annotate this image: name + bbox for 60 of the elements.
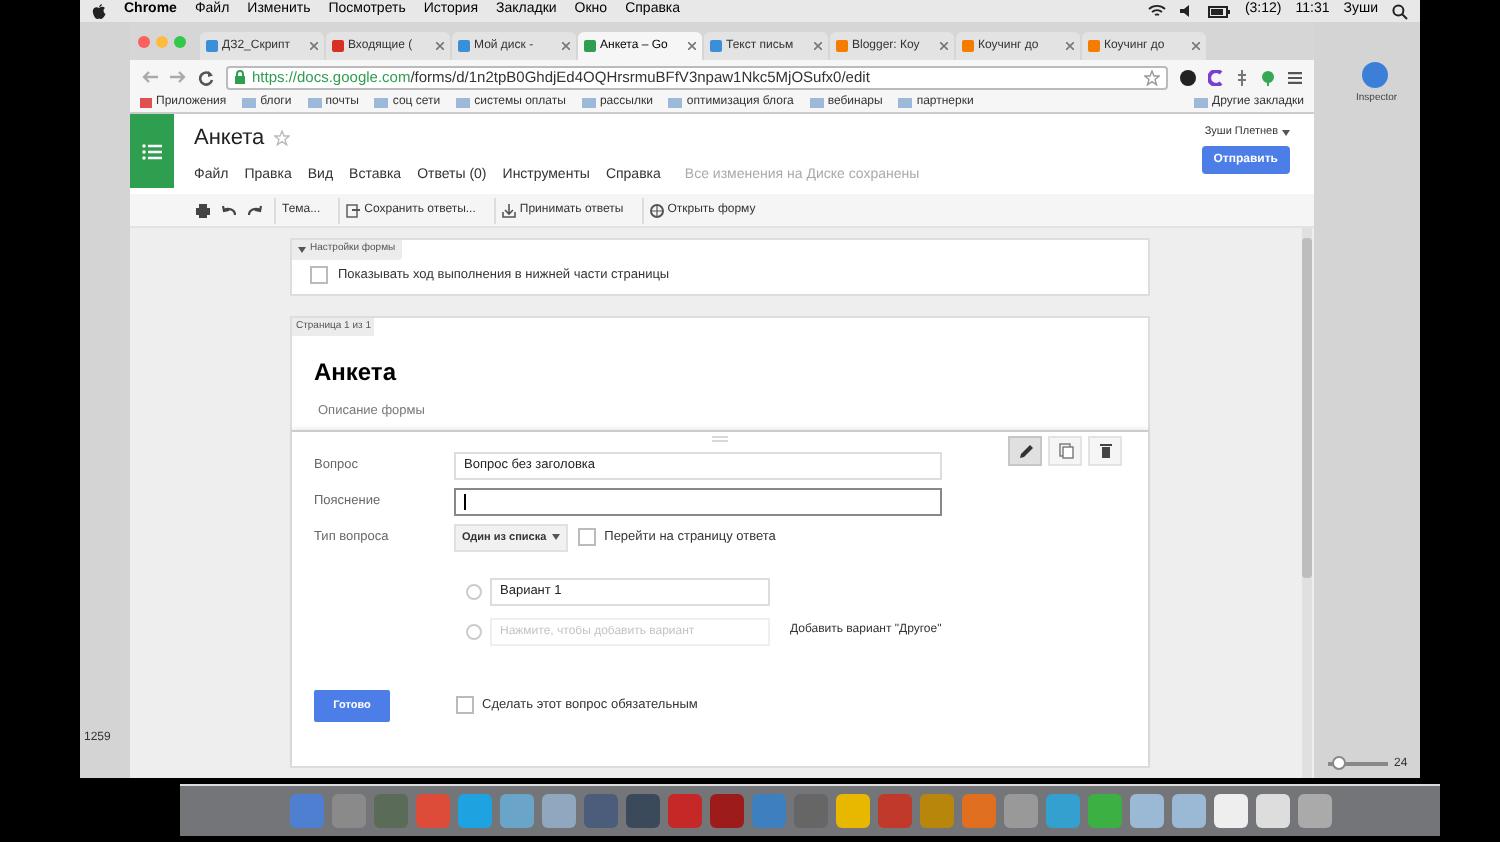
menu-icon — [1288, 71, 1302, 83]
close-icon — [1192, 42, 1200, 50]
star-icon — [274, 130, 291, 147]
close-icon — [940, 42, 948, 50]
star-icon — [1144, 69, 1160, 85]
copy-icon — [1057, 441, 1073, 460]
lock-icon — [234, 70, 246, 84]
wifi-icon — [1148, 4, 1167, 18]
caret-down-icon — [298, 246, 306, 254]
close-icon — [814, 42, 822, 50]
trash-button[interactable] — [1088, 435, 1122, 466]
list-icon — [142, 143, 162, 159]
close-icon — [562, 42, 570, 50]
app-icon[interactable] — [835, 794, 869, 828]
text-cursor — [464, 493, 466, 510]
caret-down-icon — [552, 534, 561, 541]
print-icon — [196, 203, 210, 217]
app-icon[interactable] — [1171, 794, 1205, 828]
app-icon[interactable] — [1213, 794, 1247, 828]
app-icon[interactable] — [709, 794, 743, 828]
close-icon — [436, 42, 444, 50]
search-icon — [1392, 3, 1408, 19]
app-icon[interactable] — [541, 794, 575, 828]
app-icon[interactable] — [499, 794, 533, 828]
pencil-icon — [1017, 441, 1033, 460]
scrollbar-thumb[interactable] — [1302, 238, 1312, 578]
app-icon[interactable] — [1003, 794, 1037, 828]
download-icon — [501, 203, 516, 217]
checkbox[interactable] — [456, 696, 474, 715]
reload-icon — [198, 69, 214, 85]
caret-down-icon — [1282, 129, 1290, 136]
extension-icon — [1236, 69, 1248, 85]
back-icon — [142, 70, 158, 84]
close-icon — [310, 42, 318, 50]
document-icon — [346, 203, 361, 217]
close-icon — [1066, 42, 1074, 50]
form-title: Анкета — [312, 356, 399, 390]
trash-icon — [1097, 441, 1113, 460]
help-text-field[interactable] — [454, 487, 942, 516]
app-icon[interactable] — [1087, 794, 1121, 828]
app-icon[interactable] — [625, 794, 659, 828]
forms-logo[interactable] — [130, 114, 174, 188]
globe-icon — [649, 203, 664, 217]
checkbox[interactable] — [310, 266, 328, 285]
apple-icon — [92, 3, 106, 19]
app-icon[interactable] — [1297, 794, 1331, 828]
volume-icon — [1180, 4, 1195, 18]
close-icon — [688, 42, 696, 50]
checkbox[interactable] — [578, 528, 597, 547]
pencil-button[interactable] — [1008, 435, 1042, 466]
app-icon[interactable] — [457, 794, 491, 828]
forward-icon — [170, 70, 186, 84]
undo-icon — [222, 204, 236, 216]
battery-icon — [1208, 5, 1231, 17]
extension-icon — [1260, 69, 1276, 85]
app-icon[interactable] — [1129, 794, 1163, 828]
document-title: Анкета — [194, 124, 265, 154]
redo-icon — [248, 204, 262, 216]
drag-handle-icon — [712, 435, 728, 442]
app-icon[interactable] — [1255, 794, 1289, 828]
